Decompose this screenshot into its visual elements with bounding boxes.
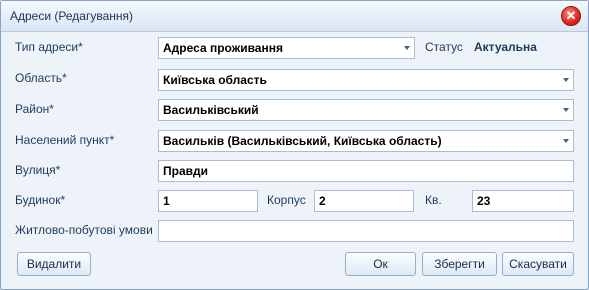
- apartment-value: 23: [477, 194, 491, 208]
- building-input[interactable]: 1: [158, 190, 258, 212]
- locality-label: Населений пункт*: [15, 133, 115, 147]
- locality-value: Васильків (Васильківський, Київська обла…: [163, 134, 442, 148]
- building-value: 1: [163, 194, 170, 208]
- chevron-down-icon[interactable]: [563, 78, 569, 82]
- block-label: Корпус: [267, 193, 306, 207]
- address-type-label: Тип адреси*: [15, 40, 83, 54]
- apartment-label: Кв.: [425, 193, 442, 207]
- building-label: Будинок*: [15, 193, 66, 207]
- address-type-value: Адреса проживання: [163, 41, 283, 55]
- living-conditions-input[interactable]: [158, 220, 574, 242]
- address-edit-dialog: Адреси (Редагування) ✕ Тип адреси* Адрес…: [0, 0, 589, 290]
- street-value: Правди: [163, 164, 208, 178]
- region-select[interactable]: Київська область: [158, 69, 574, 91]
- chevron-down-icon[interactable]: [404, 46, 410, 50]
- street-label: Вулиця*: [15, 163, 61, 177]
- close-icon: ✕: [565, 8, 577, 23]
- apartment-input[interactable]: 23: [472, 190, 574, 212]
- block-input[interactable]: 2: [314, 190, 414, 212]
- save-button[interactable]: Зберегти: [422, 252, 497, 276]
- form-area: Тип адреси* Адреса проживання Статус Акт…: [4, 32, 585, 287]
- region-value: Київська область: [163, 73, 267, 87]
- close-button[interactable]: ✕: [561, 6, 581, 26]
- status-label: Статус: [425, 40, 463, 54]
- district-label: Район*: [15, 102, 54, 116]
- delete-button[interactable]: Видалити: [17, 252, 91, 276]
- street-input[interactable]: Правди: [158, 160, 574, 182]
- living-conditions-label: Житлово-побутові умови: [15, 223, 153, 237]
- block-value: 2: [319, 194, 326, 208]
- address-type-select[interactable]: Адреса проживання: [158, 37, 415, 59]
- cancel-button[interactable]: Скасувати: [502, 252, 574, 276]
- chevron-down-icon[interactable]: [563, 139, 569, 143]
- chevron-down-icon[interactable]: [563, 108, 569, 112]
- ok-button[interactable]: Ок: [345, 252, 416, 276]
- district-select[interactable]: Васильківський: [158, 99, 574, 121]
- district-value: Васильківський: [163, 103, 259, 117]
- region-label: Область*: [15, 71, 67, 85]
- status-value: Актуальна: [474, 40, 537, 54]
- locality-select[interactable]: Васильків (Васильківський, Київська обла…: [158, 130, 574, 152]
- dialog-title: Адреси (Редагування): [10, 9, 133, 23]
- title-bar[interactable]: Адреси (Редагування) ✕: [1, 1, 588, 32]
